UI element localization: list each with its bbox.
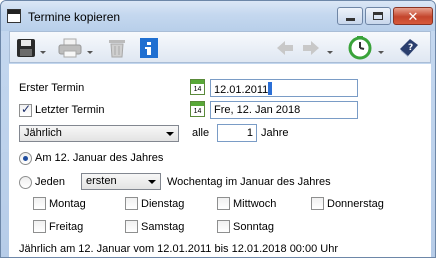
dialog-window: Termine kopieren ✕ ? Erster Termin 14 12… xyxy=(0,0,436,258)
weekday-checkbox-tuesday[interactable] xyxy=(125,197,138,210)
help-book-icon: ? xyxy=(400,39,418,57)
trash-icon xyxy=(109,40,125,58)
weekday-checkbox-friday[interactable] xyxy=(33,220,46,233)
every-input[interactable]: 1 xyxy=(217,124,257,142)
forward-dropdown-icon xyxy=(327,51,333,54)
ordinal-select[interactable]: ersten xyxy=(81,173,161,190)
calendar-icon[interactable]: 14 xyxy=(190,101,205,117)
weekday-label: Dienstag xyxy=(141,198,185,210)
weekday-label: Mittwoch xyxy=(233,198,277,210)
text-caret xyxy=(268,82,273,95)
clock-icon xyxy=(348,36,372,60)
svg-text:?: ? xyxy=(408,43,413,53)
chevron-down-icon xyxy=(148,180,156,184)
print-dropdown-icon xyxy=(87,51,93,54)
weekday-checkbox-monday[interactable] xyxy=(33,197,46,210)
delete-button[interactable] xyxy=(108,37,130,59)
first-date-input[interactable]: 12.01.2011 xyxy=(210,79,358,97)
info-button[interactable] xyxy=(140,37,162,59)
print-icon xyxy=(58,38,82,58)
weekday-checkbox-wednesday[interactable] xyxy=(217,197,230,210)
info-icon xyxy=(140,38,158,58)
print-button[interactable] xyxy=(58,37,93,59)
close-button[interactable]: ✕ xyxy=(393,7,433,25)
title-bar[interactable]: Termine kopieren ✕ xyxy=(1,1,435,31)
clock-button[interactable] xyxy=(348,36,384,60)
summary-text: Jährlich am 12. Januar vom 12.01.2011 bi… xyxy=(19,243,338,255)
save-icon xyxy=(17,39,35,57)
last-date-checkbox[interactable] xyxy=(19,102,32,117)
weekday-label: Sonntag xyxy=(233,221,274,233)
weekday-label: Donnerstag xyxy=(327,198,384,210)
chevron-down-icon xyxy=(166,132,174,136)
last-date-input[interactable]: Fre, 12. Jan 2018 xyxy=(210,101,358,119)
window-title: Termine kopieren xyxy=(28,10,121,24)
maximize-button[interactable] xyxy=(365,7,391,25)
minimize-icon xyxy=(345,17,355,21)
years-label: Jahre xyxy=(261,127,289,139)
weekday-checkbox-saturday[interactable] xyxy=(125,220,138,233)
arrow-right-icon xyxy=(303,41,319,55)
on-date-label: Am 12. Januar des Jahres xyxy=(35,152,164,164)
every-label: alle xyxy=(192,127,210,139)
close-icon: ✕ xyxy=(407,8,419,24)
back-button[interactable] xyxy=(276,37,296,59)
clock-dropdown-icon xyxy=(378,51,384,54)
save-dropdown-icon xyxy=(40,51,46,54)
weekday-label: Montag xyxy=(49,198,86,210)
weekday-label: Freitag xyxy=(49,221,84,233)
every-weekday-radio[interactable] xyxy=(19,176,32,189)
on-date-radio[interactable] xyxy=(19,152,32,165)
weekday-checkbox-sunday[interactable] xyxy=(217,220,230,233)
weekday-suffix-label: Wochentag im Januar des Jahres xyxy=(167,176,331,188)
every-weekday-label: Jeden xyxy=(35,176,65,188)
maximize-icon xyxy=(373,12,383,20)
calendar-icon[interactable]: 14 xyxy=(190,79,205,95)
first-date-label: Erster Termin xyxy=(19,82,85,94)
last-date-label: Letzter Termin xyxy=(35,104,105,116)
toolbar: ? xyxy=(9,31,431,63)
forward-button[interactable] xyxy=(302,37,336,59)
arrow-left-icon xyxy=(277,41,293,55)
weekday-label: Samstag xyxy=(141,221,185,233)
minimize-button[interactable] xyxy=(337,7,363,25)
weekday-checkbox-thursday[interactable] xyxy=(311,197,324,210)
help-button[interactable]: ? xyxy=(398,37,422,59)
interval-select[interactable]: Jährlich xyxy=(19,125,179,142)
form-panel: Erster Termin 14 12.01.2011 Letzter Term… xyxy=(9,64,431,257)
app-icon xyxy=(7,9,21,23)
save-button[interactable] xyxy=(16,37,46,59)
